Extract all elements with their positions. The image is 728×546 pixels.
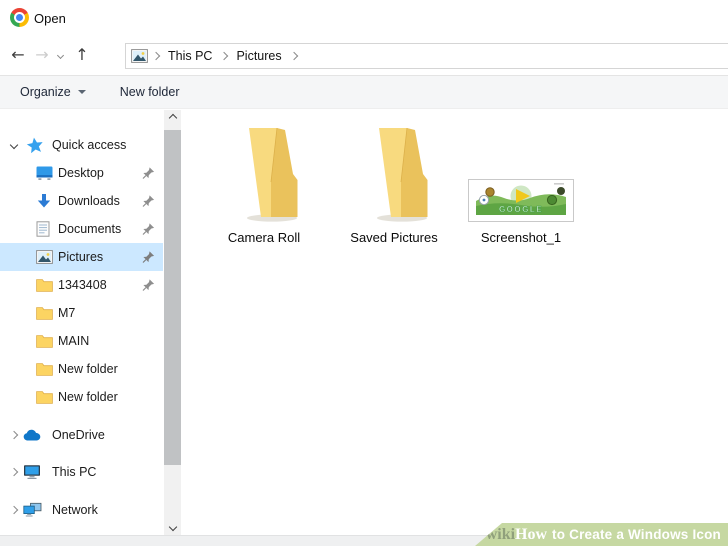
file-tile-saved-pictures[interactable]: Saved Pictures bbox=[329, 126, 459, 245]
sidebar-item-label: Documents bbox=[58, 222, 122, 236]
recent-locations-chevron-icon[interactable] bbox=[52, 42, 68, 68]
breadcrumb-this-pc[interactable]: This PC bbox=[164, 49, 216, 63]
thispc-icon bbox=[23, 465, 41, 480]
folder-icon bbox=[36, 278, 53, 292]
location-pictures-icon bbox=[131, 49, 148, 63]
sidebar-item-main[interactable]: MAIN bbox=[0, 327, 163, 355]
command-toolbar: Organize New folder bbox=[0, 75, 728, 109]
onedrive-icon bbox=[23, 429, 42, 442]
sidebar-item-downloads[interactable]: Downloads bbox=[0, 187, 163, 215]
sidebar-item-label: New folder bbox=[58, 362, 118, 376]
breadcrumb-pictures[interactable]: Pictures bbox=[232, 49, 285, 63]
scroll-down-button[interactable] bbox=[164, 519, 181, 535]
collapse-chevron-icon[interactable] bbox=[7, 428, 21, 442]
pin-icon bbox=[142, 251, 155, 264]
sidebar-item-this-pc[interactable]: This PC bbox=[0, 458, 163, 486]
doodle-text: GOOGLE bbox=[499, 205, 543, 214]
image-thumbnail: GOOGLE bbox=[456, 126, 586, 222]
sidebar-item-label: This PC bbox=[52, 465, 97, 479]
file-tile-screenshot-1[interactable]: GOOGLE Screenshot_1 bbox=[456, 126, 586, 245]
sidebar-item-m7[interactable]: M7 bbox=[0, 299, 163, 327]
navigation-pane: Quick access Desktop Downloads Documents… bbox=[0, 110, 163, 535]
network-icon bbox=[23, 502, 42, 518]
new-folder-label: New folder bbox=[119, 85, 180, 99]
sidebar-item-label: Network bbox=[52, 503, 98, 517]
sidebar-item-label: Downloads bbox=[58, 194, 120, 208]
open-file-dialog: Open ← → ↑ This PC Pictures Organize New… bbox=[0, 0, 728, 546]
sidebar-item-label: Desktop bbox=[58, 166, 104, 180]
organize-button[interactable]: Organize bbox=[20, 85, 86, 99]
scrollbar-thumb[interactable] bbox=[164, 130, 181, 465]
sidebar-item-label: Pictures bbox=[58, 250, 104, 264]
folder-large-icon bbox=[329, 126, 459, 222]
file-tile-camera-roll[interactable]: Camera Roll bbox=[199, 126, 329, 245]
sidebar-item-label: OneDrive bbox=[52, 428, 105, 442]
navigation-bar: ← → ↑ This PC Pictures bbox=[0, 40, 728, 75]
quick-access-star-icon bbox=[26, 137, 43, 153]
pin-icon bbox=[142, 195, 155, 208]
file-name: Camera Roll bbox=[227, 230, 301, 245]
sidebar-scrollbar[interactable] bbox=[164, 110, 181, 535]
title-bar: Open bbox=[0, 0, 728, 40]
sidebar-item-label: M7 bbox=[58, 306, 76, 320]
collapse-chevron-icon[interactable] bbox=[7, 503, 21, 517]
sidebar-item-new-folder-2[interactable]: New folder bbox=[0, 383, 163, 411]
pictures-icon bbox=[36, 250, 53, 264]
window-title: Open bbox=[34, 11, 66, 26]
file-name: Screenshot_1 bbox=[480, 230, 562, 245]
file-list-area: Camera Roll Saved Pictures GOOGLE Screen… bbox=[182, 110, 728, 535]
sidebar-item-new-folder-1[interactable]: New folder bbox=[0, 355, 163, 383]
sidebar-item-quick-access[interactable]: Quick access bbox=[0, 131, 163, 159]
desktop-icon bbox=[36, 166, 53, 181]
sidebar-item-1343408[interactable]: 1343408 bbox=[0, 271, 163, 299]
sidebar-item-label: 1343408 bbox=[58, 278, 107, 292]
scroll-up-button[interactable] bbox=[164, 110, 181, 126]
breadcrumb-chevron-icon bbox=[289, 51, 298, 61]
sidebar-item-pictures[interactable]: Pictures bbox=[0, 243, 163, 271]
folder-icon bbox=[36, 390, 53, 404]
up-button[interactable]: ↑ bbox=[70, 42, 94, 68]
expand-chevron-icon[interactable] bbox=[7, 138, 21, 152]
sidebar-item-label: Quick access bbox=[52, 138, 127, 152]
address-bar[interactable]: This PC Pictures bbox=[125, 43, 728, 69]
folder-icon bbox=[36, 362, 53, 376]
sidebar-item-network[interactable]: Network bbox=[0, 496, 163, 524]
organize-label: Organize bbox=[20, 85, 71, 99]
pin-icon bbox=[142, 279, 155, 292]
breadcrumb-chevron-icon bbox=[220, 51, 229, 61]
wikihow-watermark: wiki How to Create a Windows Icon bbox=[475, 523, 728, 546]
sidebar-item-onedrive[interactable]: OneDrive bbox=[0, 421, 163, 449]
collapse-chevron-icon[interactable] bbox=[7, 465, 21, 479]
breadcrumb-chevron-icon bbox=[151, 51, 161, 61]
downloads-icon bbox=[36, 193, 52, 209]
document-icon bbox=[36, 221, 50, 237]
watermark-how-text: How bbox=[515, 525, 548, 543]
file-name: Saved Pictures bbox=[350, 230, 438, 245]
new-folder-button[interactable]: New folder bbox=[120, 85, 180, 99]
folder-large-icon bbox=[199, 126, 329, 222]
pin-icon bbox=[142, 223, 155, 236]
pin-icon bbox=[142, 167, 155, 180]
back-button[interactable]: ← bbox=[6, 42, 30, 68]
chrome-icon bbox=[10, 8, 29, 27]
sidebar-item-label: MAIN bbox=[58, 334, 90, 348]
forward-button[interactable]: → bbox=[30, 42, 54, 68]
folder-icon bbox=[36, 306, 53, 320]
sidebar-item-documents[interactable]: Documents bbox=[0, 215, 163, 243]
folder-icon bbox=[36, 334, 53, 348]
watermark-caption-text: to Create a Windows Icon bbox=[552, 527, 721, 542]
caret-down-icon bbox=[77, 90, 86, 94]
sidebar-item-label: New folder bbox=[58, 390, 118, 404]
sidebar-item-desktop[interactable]: Desktop bbox=[0, 159, 163, 187]
